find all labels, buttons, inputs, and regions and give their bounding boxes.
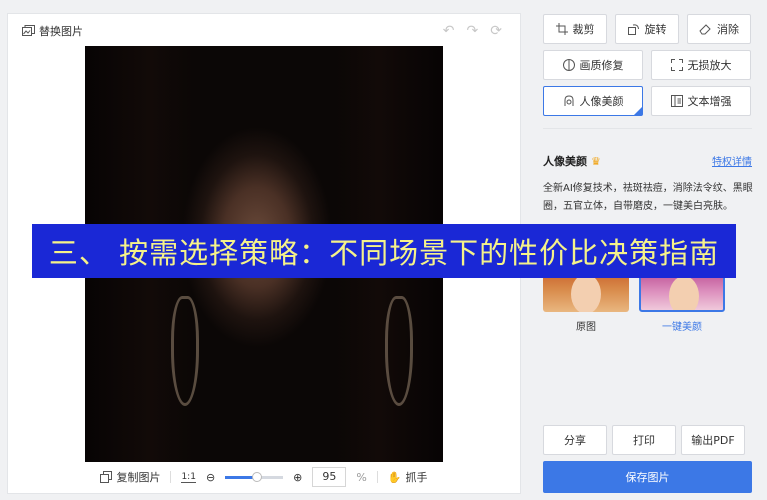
canvas-bottom-bar: 复制图片 1:1 ⊖ ⊕ 95 % ✋ 抓手 [8,461,520,493]
zoom-slider-knob[interactable] [252,471,263,482]
actual-size-label: 1:1 [181,471,196,483]
text-enhance-button[interactable]: 文本增强 [651,86,751,116]
zoom-in-icon: ⊕ [293,470,303,484]
actual-size-button[interactable]: 1:1 [181,471,196,483]
redo-icon[interactable]: ↷ [467,23,479,39]
copy-image-button[interactable]: 复制图片 [100,469,160,485]
panel-divider [543,128,752,129]
crown-icon: ♛ [591,154,601,168]
repair-icon [562,59,575,71]
portrait-title-text: 人像美颜 [543,155,587,168]
photo-earring-right [385,296,413,406]
history-controls: ↶ ↷ ⟳ [443,23,502,39]
copy-icon [100,471,113,483]
hand-tool-label: 抓手 [405,471,428,484]
privilege-details-link[interactable]: 特权详情 [712,153,752,168]
quality-repair-button[interactable]: 画质修复 [543,50,643,80]
upscale-label: 无损放大 [687,59,732,72]
hand-icon: ✋ [387,470,402,484]
bar-divider [376,471,378,483]
text-enhance-label: 文本增强 [687,95,732,108]
rotate-label: 旋转 [644,23,667,36]
export-pdf-button[interactable]: 输出PDF [681,425,745,455]
zoom-unit: % [356,470,367,484]
print-button[interactable]: 打印 [612,425,676,455]
portrait-beauty-button[interactable]: 人像美颜 [543,86,643,116]
copy-image-label: 复制图片 [116,471,161,484]
save-image-button[interactable]: 保存图片 [543,461,752,493]
rotate-button[interactable]: 旋转 [615,14,679,44]
zoom-slider[interactable] [225,471,284,482]
text-enhance-icon [670,95,683,107]
canvas-top-bar: 替换图片 ↶ ↷ ⟳ [8,14,520,46]
expand-icon [670,59,683,71]
zoom-input[interactable]: 95 [312,467,347,487]
banner-text: 三、 按需选择策略：不同场景下的性价比决策指南 [48,236,720,270]
crop-label: 裁剪 [572,23,595,36]
erase-button[interactable]: 消除 [687,14,751,44]
replace-image-icon [22,25,35,36]
portrait-section-title: 人像美颜 ♛ [543,153,601,169]
erase-label: 消除 [717,23,739,36]
bar-divider [170,471,172,483]
replace-image-label: 替换图片 [39,25,83,38]
crop-button[interactable]: 裁剪 [543,14,607,44]
thumb-beauty-label: 一键美颜 [662,322,702,333]
portrait-beauty-label: 人像美颜 [579,95,624,108]
zoom-in-button[interactable]: ⊕ [293,471,302,484]
undo-icon[interactable]: ↶ [443,23,455,39]
overlay-banner: 三、 按需选择策略：不同场景下的性价比决策指南 [32,224,736,278]
tool-row: 画质修复 无损放大 [543,50,752,80]
thumb-original-label: 原图 [576,322,596,333]
zoom-out-button[interactable]: ⊖ [206,471,215,484]
quality-repair-label: 画质修复 [579,59,624,72]
eraser-icon [699,24,711,35]
rotate-icon [627,24,639,35]
photo-earring-left [171,296,199,406]
hand-tool-button[interactable]: ✋ 抓手 [388,469,428,485]
action-buttons: 分享 打印 输出PDF [543,425,745,455]
upscale-button[interactable]: 无损放大 [651,50,751,80]
face-icon [564,95,573,106]
share-button[interactable]: 分享 [543,425,607,455]
portrait-description: 全新AI修复技术，祛斑祛痘，消除法令纹、黑眼圈，五官立体，自带磨皮，一键美白亮肤… [543,183,753,212]
zoom-out-icon: ⊖ [205,470,216,484]
replace-image-button[interactable]: 替换图片 [22,23,83,39]
tool-row: 人像美颜 文本增强 [543,86,752,116]
tool-panel: 裁剪 旋转 消除 画质修复 无损放大 人像美颜 文本增强 [543,14,752,122]
crop-icon [555,23,568,35]
reset-icon[interactable]: ⟳ [490,23,502,39]
tool-row: 裁剪 旋转 消除 [543,14,752,44]
